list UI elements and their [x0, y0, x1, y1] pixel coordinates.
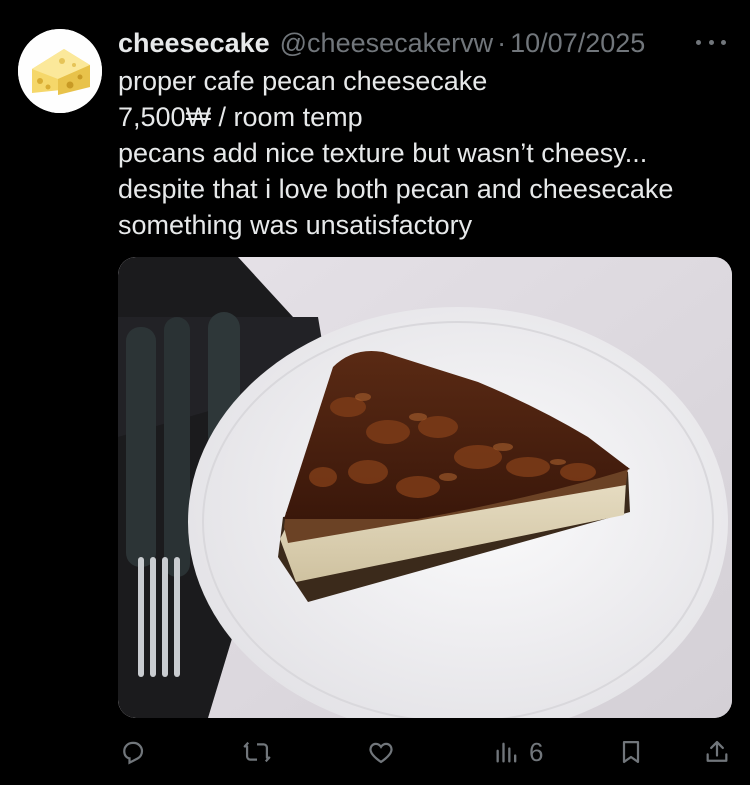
bookmark-icon: [622, 740, 640, 764]
post-header: cheesecake @cheesecakervw · 10/07/2025: [118, 26, 730, 60]
post-line: despite that i love both pecan and chees…: [118, 174, 674, 204]
reply-icon: [123, 741, 144, 765]
like-button[interactable]: [367, 730, 395, 774]
heart-icon: [369, 742, 393, 764]
share-button[interactable]: [703, 730, 731, 774]
post-line: pecans add nice texture but wasn’t chees…: [118, 138, 648, 168]
views-count: 6: [529, 736, 544, 767]
repost-icon: [243, 741, 271, 763]
post-line: proper cafe pecan cheesecake: [118, 66, 488, 96]
display-name[interactable]: cheesecake: [118, 28, 270, 59]
post-line: something was unsatisfactory: [118, 210, 473, 240]
views-icon: [496, 742, 517, 763]
repost-button[interactable]: [243, 730, 271, 774]
bookmark-button[interactable]: [617, 730, 645, 774]
avatar[interactable]: [18, 29, 102, 113]
header-separator: ·: [497, 27, 507, 58]
share-icon: [706, 740, 728, 762]
more-horizontal-icon[interactable]: [696, 30, 726, 54]
post-photo[interactable]: [118, 257, 732, 718]
views-button[interactable]: 6: [493, 730, 543, 774]
post-date[interactable]: 10/07/2025: [510, 28, 645, 59]
action-bar: 6: [105, 730, 745, 774]
reply-button[interactable]: [119, 730, 147, 774]
cheesecake-photo: [118, 257, 732, 718]
user-handle[interactable]: @cheesecakervw: [280, 28, 494, 59]
post-text: proper cafe pecan cheesecake 7,500₩ / ro…: [118, 63, 738, 243]
post-line: 7,500₩ / room temp: [118, 102, 363, 132]
cheese-wedge-image: [18, 29, 102, 113]
